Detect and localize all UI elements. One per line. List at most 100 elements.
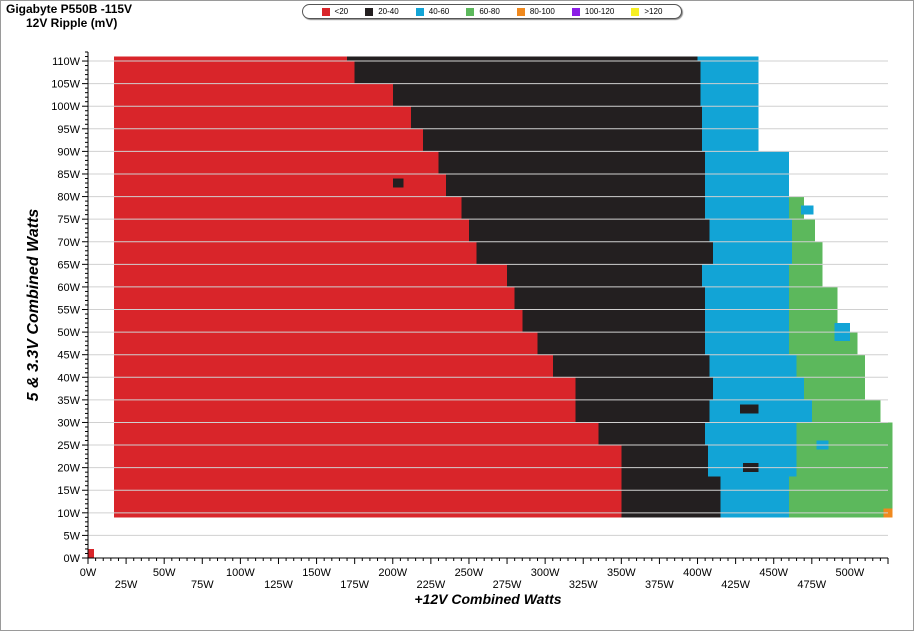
heatmap-cell: [423, 128, 703, 152]
heatmap-cell: [113, 354, 553, 378]
heatmap-cell: [788, 476, 893, 509]
x-tick-label: 0W: [80, 567, 97, 579]
heatmap-cell: [113, 264, 508, 287]
heatmap-cell: [705, 309, 789, 333]
heatmap-cell: [347, 56, 698, 62]
y-tick-label: 85W: [57, 169, 80, 181]
heatmap-cell: [113, 241, 477, 265]
x-tick-label: 250W: [455, 567, 484, 579]
heatmap-spot: [590, 454, 614, 468]
x-tick-label: 350W: [607, 567, 636, 579]
heatmap-cell: [705, 173, 789, 197]
y-tick-label: 110W: [52, 56, 81, 68]
heatmap-cell: [705, 332, 789, 355]
x-tick-label: 400W: [683, 567, 712, 579]
y-tick-label: 90W: [57, 146, 80, 158]
heatmap-cells: [88, 56, 893, 558]
x-tick-label: 125W: [264, 579, 293, 591]
x-tick-label: 375W: [645, 579, 674, 591]
x-tick-label: 150W: [302, 567, 331, 579]
y-tick-label: 30W: [57, 417, 80, 429]
heatmap-cell: [792, 241, 823, 265]
heatmap-cell: [792, 219, 815, 242]
heatmap-chart: 0W 5W 10W 15W 20W 25W 30W 35W 40W 45W 50W 55W 60W 65W…: [25, 51, 893, 607]
heatmap-cell: [811, 399, 881, 423]
x-tick-label: 325W: [569, 579, 598, 591]
x-tick-label: 300W: [531, 567, 560, 579]
heatmap-cell: [796, 422, 893, 446]
y-tick-label: 65W: [57, 259, 80, 271]
heatmap-cell: [113, 377, 576, 400]
heatmap-cell: [113, 445, 622, 477]
heatmap-cell: [522, 309, 706, 333]
heatmap-cell: [700, 83, 759, 107]
y-tick-label: 55W: [57, 305, 80, 317]
heatmap-cell: [598, 422, 706, 446]
heatmap-cell: [113, 196, 462, 220]
heatmap-cell: [712, 241, 792, 265]
y-tick-label: 35W: [57, 395, 80, 407]
heatmap-cell: [621, 476, 721, 509]
heatmap-cell: [113, 309, 523, 333]
y-tick-label: 25W: [57, 440, 80, 452]
heatmap-cell: [552, 354, 710, 378]
heatmap-cell: [392, 83, 701, 107]
x-tick-label: 225W: [416, 579, 445, 591]
x-tick-label: 500W: [836, 567, 865, 579]
heatmap-cell: [411, 106, 703, 129]
heatmap-cell: [468, 219, 710, 242]
heatmap-cell: [709, 399, 812, 423]
x-tick-label: 100W: [226, 567, 255, 579]
y-axis-label: 5 & 3.3V Combined Watts: [25, 209, 42, 402]
heatmap-cell: [796, 354, 866, 378]
heatmap-cell: [113, 106, 412, 129]
heatmap-cell: [514, 286, 706, 310]
heatmap-spot: [88, 548, 95, 558]
y-tick-label: 40W: [57, 372, 80, 384]
y-tick-label: 15W: [57, 485, 80, 497]
heatmap-cell: [702, 264, 789, 287]
heatmap-cell: [720, 476, 789, 509]
heatmap-cell: [354, 61, 701, 84]
heatmap-cell: [788, 286, 838, 310]
x-tick-label: 425W: [721, 579, 750, 591]
heatmap-cell: [113, 219, 469, 242]
heatmap-cell: [113, 476, 622, 509]
heatmap-cell: [705, 196, 789, 220]
heatmap-spot: [801, 205, 814, 215]
heatmap-cell: [709, 354, 797, 378]
heatmap-cell: [461, 196, 706, 220]
y-tick-label: 50W: [57, 327, 80, 339]
heatmap-cell: [438, 151, 706, 174]
heatmap-cell: [796, 445, 893, 477]
heatmap-cell: [113, 399, 576, 423]
x-tick-label: 175W: [340, 579, 369, 591]
heatmap-cell: [621, 445, 709, 477]
heatmap-cell: [537, 332, 706, 355]
heatmap-cell: [788, 264, 823, 287]
heatmap-cell: [113, 61, 355, 84]
heatmap-cell: [575, 377, 713, 400]
x-tick-label: 25W: [115, 579, 138, 591]
y-tick-label: 105W: [51, 79, 80, 91]
heatmap-cell: [804, 377, 866, 400]
x-axis-label: +12V Combined Watts: [414, 591, 561, 607]
heatmap-cell: [113, 151, 439, 174]
y-tick-label: 80W: [57, 192, 80, 204]
heatmap-spot: [545, 422, 556, 432]
heatmap-cell: [702, 106, 759, 129]
heatmap-cell: [705, 422, 797, 446]
heatmap-cell: [705, 286, 789, 310]
y-tick-label: 0W: [64, 553, 81, 565]
x-tick-label: 275W: [493, 579, 522, 591]
y-tick-label: 95W: [57, 124, 80, 136]
y-tick-label: 100W: [51, 101, 80, 113]
heatmap-cell: [697, 56, 759, 62]
heatmap-cell: [702, 128, 759, 152]
x-tick-label: 75W: [191, 579, 214, 591]
heatmap-spot: [392, 178, 404, 188]
heatmap-cell: [705, 151, 789, 174]
heatmap-spot: [740, 404, 759, 414]
heatmap-cell: [700, 61, 759, 84]
y-tick-label: 75W: [57, 214, 80, 226]
